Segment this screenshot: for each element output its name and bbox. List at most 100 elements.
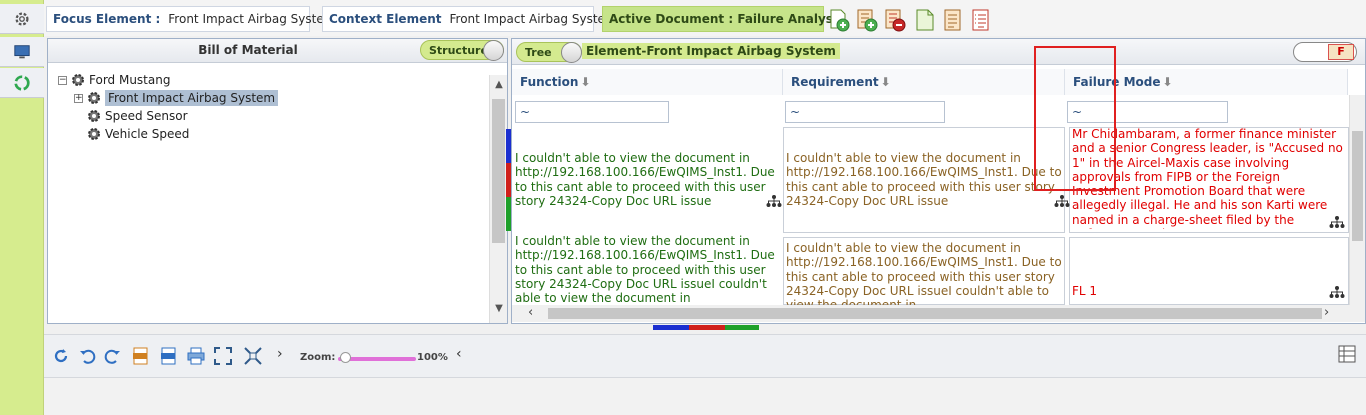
tree-node-vehicle-speed[interactable]: Vehicle Speed [86,125,189,143]
grid-header: Tree Element-Front Impact Airbag System … [512,39,1365,65]
hierarchy-icon[interactable] [766,194,782,208]
scroll-right-icon[interactable]: › [1324,305,1329,320]
gear-icon [88,110,100,122]
add-circle-icon[interactable] [828,8,850,32]
scroll-thumb[interactable] [548,308,1322,319]
scroll-up-icon[interactable]: ▲ [490,79,508,95]
chevron-right-icon[interactable]: › [277,346,283,362]
fit-icon[interactable] [214,347,232,365]
context-element-value: Front Impact Airbag System [449,12,617,26]
strip-red [506,163,511,197]
splitter-handle-red[interactable] [689,325,725,330]
row-2-failure-mode-text[interactable]: FL 1 [1070,284,1270,300]
svg-export-icon[interactable] [132,347,150,365]
scroll-left-icon[interactable]: ‹ [528,305,533,320]
tree-toggle[interactable]: Tree [516,42,582,63]
function-filter-input[interactable]: ~ [515,101,669,123]
grid-horizontal-scrollbar[interactable]: ‹ › [512,305,1365,322]
hierarchy-icon[interactable] [1329,215,1345,229]
redo-icon[interactable] [104,347,122,365]
gear-icon [15,11,29,26]
bom-header: Bill of Material Structure [48,39,507,63]
splitter-handle-green[interactable] [725,325,759,330]
scroll-thumb[interactable] [1352,131,1363,241]
zoom-value: 100% [417,352,448,363]
gear-icon [88,128,100,140]
tree-toggle-label: Tree [525,45,552,59]
gear-icon [88,92,100,104]
failure-analysis-grid: Tree Element-Front Impact Airbag System … [506,38,1366,324]
tree-node-ford-mustang[interactable]: − Ford Mustang [58,71,170,89]
grid-vertical-scrollbar[interactable] [1349,95,1365,305]
bom-vertical-scrollbar[interactable]: ▲ ▼ [489,75,507,323]
column-header-requirement[interactable]: Requirement ⬇ [783,69,1065,95]
list-icon[interactable] [942,8,964,32]
element-title: Element-Front Impact Airbag System [582,43,840,59]
requirement-filter-input[interactable]: ~ [785,101,945,123]
recycle-button[interactable] [0,68,44,98]
focus-element-chip: Focus Element : Front Impact Airbag Syst… [46,6,335,32]
tree-node-label: Speed Sensor [105,109,188,123]
footer-area [44,378,1366,415]
grid-icon[interactable] [1338,345,1356,363]
monitor-button[interactable] [0,37,44,67]
png-export-icon[interactable] [160,347,178,365]
structure-toggle[interactable]: Structure [420,40,504,61]
zoom-slider-knob[interactable] [340,352,352,363]
gear-icon [72,74,84,86]
chevron-left-icon[interactable]: ‹ [456,346,462,362]
strip-blue [506,129,511,163]
zoom-label: Zoom: [300,352,336,363]
column-header-function[interactable]: Function ⬇ [512,69,783,95]
tree-node-front-impact-airbag-system[interactable]: + Front Impact Airbag System [74,89,279,107]
bill-of-material-panel: Bill of Material Structure − Ford Mustan… [47,38,508,324]
undo-icon[interactable] [78,347,96,365]
top-bar: Focus Element : Front Impact Airbag Syst… [44,0,1366,36]
hierarchy-icon[interactable] [1329,285,1345,299]
highlight-box [1034,46,1116,191]
scroll-thumb[interactable] [492,99,505,243]
context-element-label: Context Element [329,12,442,26]
f-toggle-label: F [1328,44,1354,60]
sort-arrow-icon: ⬇ [580,75,591,89]
row-2-requirement-text[interactable]: I couldn't able to view the document in … [784,241,1068,305]
tree-node-label: Ford Mustang [89,73,171,87]
sort-arrow-icon: ⬇ [880,75,891,89]
recycle-icon [14,74,30,91]
splitter-handle-blue[interactable] [653,325,689,330]
focus-element-value: Front Impact Airbag System [168,12,336,26]
active-document-chip[interactable]: Active Document : Failure Analysis [602,6,844,32]
collapse-icon[interactable]: − [58,75,67,85]
refresh-icon[interactable] [52,347,70,365]
tree-node-label: Front Impact Airbag System [105,90,279,106]
bottom-toolbar: › Zoom: 100% ‹ [44,334,1366,378]
row-1-requirement-text[interactable]: I couldn't able to view the document in … [784,151,1068,211]
add-list-icon[interactable] [856,8,878,32]
structure-toggle-label: Structure [429,43,488,57]
left-rail [0,0,44,415]
document-icon[interactable] [914,8,936,32]
strip-green [506,197,511,231]
tree-node-speed-sensor[interactable]: Speed Sensor [86,107,188,125]
settings-button[interactable] [0,4,44,34]
numbered-list-icon[interactable] [970,8,992,32]
scroll-down-icon[interactable]: ▼ [490,303,508,319]
toggle-knob [561,42,582,63]
toggle-knob [483,40,504,61]
row-2-function-text[interactable]: I couldn't able to view the document in … [513,234,779,305]
bom-title: Bill of Material [198,43,298,57]
f-toggle[interactable]: F [1293,42,1357,62]
remove-list-icon[interactable] [884,8,906,32]
row-1-function-text[interactable]: I couldn't able to view the document in … [513,151,779,211]
focus-element-label: Focus Element : [53,12,161,26]
tree-node-label: Vehicle Speed [105,127,190,141]
hierarchy-icon[interactable] [1054,194,1070,208]
column-header-label: Requirement [791,75,879,89]
column-header-label: Function [520,75,579,89]
monitor-icon [14,44,30,58]
sort-arrow-icon: ⬇ [1162,75,1173,89]
expand-icon[interactable]: + [74,93,83,103]
print-icon[interactable] [187,347,205,365]
active-document-label: Active Document : Failure Analysis [609,12,845,26]
fullscreen-icon[interactable] [244,347,262,365]
